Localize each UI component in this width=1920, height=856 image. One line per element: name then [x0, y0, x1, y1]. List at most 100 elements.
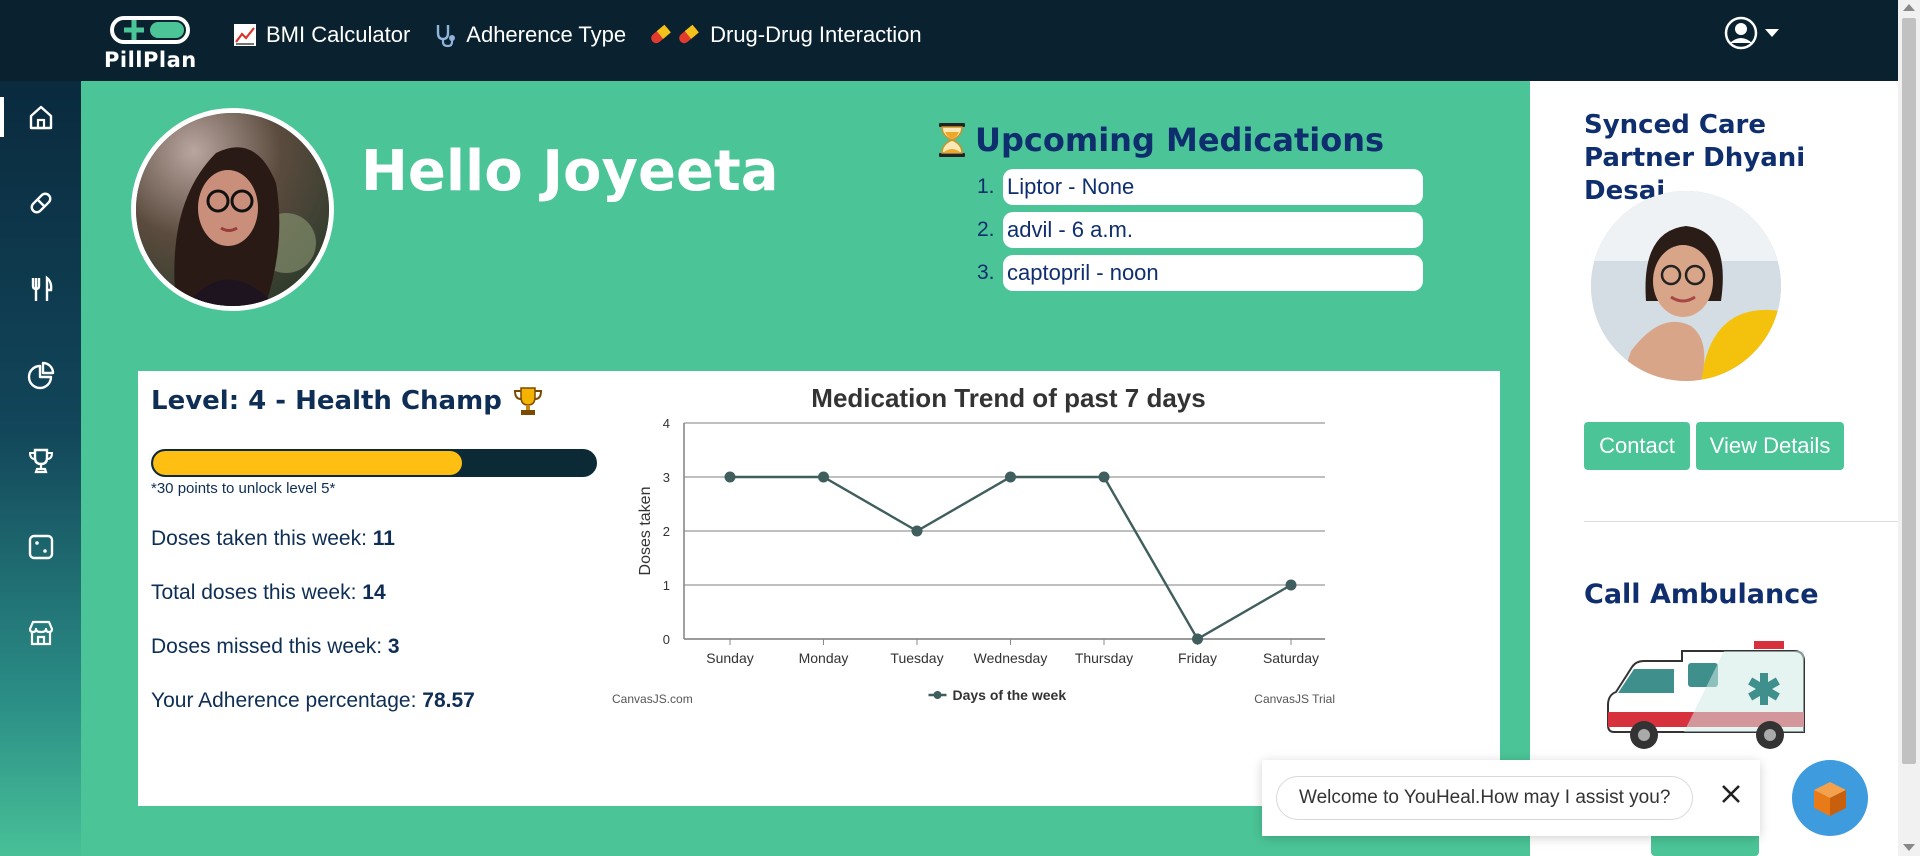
data-point — [911, 525, 923, 537]
x-tick-label: Friday — [1178, 650, 1217, 666]
sidebar-item-medications[interactable] — [0, 173, 81, 233]
top-navbar: PillPlan BMI Calculator Adherence Type D… — [0, 0, 1898, 81]
stat-doses-taken: Doses taken this week: 11 — [151, 527, 395, 551]
stat-doses-missed: Doses missed this week: 3 — [151, 635, 400, 659]
fork-knife-icon — [31, 275, 52, 301]
scroll-thumb[interactable] — [1902, 18, 1916, 764]
user-avatar-icon — [1724, 16, 1758, 50]
data-point — [724, 471, 736, 483]
data-point — [1192, 633, 1203, 645]
series-line — [730, 475, 1292, 641]
care-partner-title: Synced Care Partner Dhyani Desai — [1584, 110, 1806, 206]
user-profile-photo — [131, 108, 334, 311]
chart-credit-right: CanvasJS Trial — [1254, 692, 1335, 706]
pie-chart-icon — [27, 361, 54, 390]
sidebar-item-achievements[interactable] — [0, 431, 81, 491]
list-item: 1. Liptor - None — [977, 169, 1437, 205]
nav-bmi-calculator[interactable]: BMI Calculator — [232, 22, 410, 48]
chart-icon — [234, 24, 256, 46]
y-axis-label: Doses taken — [637, 487, 654, 576]
panel-divider — [1584, 521, 1898, 522]
sidebar-item-reports[interactable] — [0, 345, 81, 405]
x-tick-label: Saturday — [1263, 650, 1319, 666]
stat-value: 3 — [387, 635, 400, 658]
data-point — [1098, 471, 1110, 483]
store-icon — [28, 620, 53, 646]
nav-adherence-type[interactable]: Adherence Type — [432, 22, 626, 48]
pill-logo-icon — [110, 16, 190, 44]
stethoscope-icon — [437, 25, 456, 48]
call-ambulance-title: Call Ambulance — [1584, 579, 1819, 610]
stat-total-doses: Total doses this week: 14 — [151, 581, 386, 605]
data-point — [1005, 471, 1016, 483]
dice-icon — [28, 534, 53, 560]
brand-name: PillPlan — [104, 48, 197, 72]
user-menu-dropdown[interactable] — [1724, 16, 1780, 50]
chatbot-welcome-message[interactable]: Welcome to YouHeal.How may I assist you? — [1276, 776, 1694, 820]
pills-icon — [651, 24, 699, 44]
x-tick-label: Tuesday — [890, 650, 943, 666]
medication-entry: advil - 6 a.m. — [1003, 212, 1423, 248]
ambulance-icon[interactable] — [1604, 637, 1814, 757]
upcoming-title-text: Upcoming Medications — [975, 121, 1385, 159]
close-icon[interactable] — [1717, 780, 1745, 808]
chart-title: Medication Trend of past 7 days — [811, 383, 1205, 413]
data-point — [1285, 579, 1297, 591]
level-progress-fill — [153, 451, 463, 475]
medication-entry: captopril - noon — [1003, 255, 1423, 291]
stat-adherence-percentage: Your Adherence percentage: 78.57 — [151, 689, 475, 713]
unlock-hint: *30 points to unlock level 5* — [151, 480, 336, 497]
sidebar-item-store[interactable] — [0, 603, 81, 663]
y-tick-label: 0 — [663, 632, 670, 647]
list-number: 2. — [977, 218, 995, 241]
sidebar-item-games[interactable] — [0, 517, 81, 577]
stat-label: Your Adherence percentage: — [151, 689, 423, 712]
scroll-down-arrow-icon[interactable] — [1903, 844, 1915, 851]
sidebar-item-diet[interactable] — [0, 259, 81, 319]
chatbot-popup: Welcome to YouHeal.How may I assist you? — [1262, 760, 1760, 836]
x-tick-label: Sunday — [706, 650, 753, 666]
upcoming-medications-panel: Upcoming Medications 1. Liptor - None 2.… — [937, 121, 1437, 298]
level-title-text: Level: 4 - Health Champ — [151, 386, 502, 416]
pill-icon — [30, 192, 51, 214]
y-tick-label: 2 — [663, 524, 670, 539]
list-item: 2. advil - 6 a.m. — [977, 212, 1437, 248]
care-partner-panel: Synced Care Partner Dhyani Desai Contact… — [1530, 81, 1898, 856]
hourglass-icon — [939, 123, 965, 157]
nav-bmi-label: BMI Calculator — [266, 22, 411, 47]
medication-list: 1. Liptor - None 2. advil - 6 a.m. 3. ca… — [977, 169, 1437, 291]
level-title: Level: 4 - Health Champ — [151, 385, 544, 417]
legend-label: Days of the week — [953, 687, 1067, 703]
list-number: 3. — [977, 261, 995, 284]
pillplan-logo[interactable]: PillPlan — [104, 10, 196, 72]
greeting-heading: Hello Joyeeta — [361, 139, 779, 204]
y-tick-label: 1 — [663, 578, 670, 593]
view-details-button[interactable]: View Details — [1696, 422, 1844, 470]
caret-down-icon — [1765, 29, 1779, 37]
data-point — [818, 471, 829, 483]
upcoming-title: Upcoming Medications — [937, 121, 1437, 159]
legend-swatch-marker — [933, 691, 942, 699]
scroll-up-arrow-icon[interactable] — [1903, 4, 1915, 11]
medication-entry: Liptor - None — [1003, 169, 1423, 205]
adherence-card: Level: 4 - Health Champ *30 points to un… — [138, 371, 1500, 806]
x-tick-label: Thursday — [1075, 650, 1133, 666]
stat-value: 78.57 — [422, 689, 475, 712]
x-tick-label: Wednesday — [974, 650, 1048, 666]
top-nav-links: BMI Calculator Adherence Type Drug-Drug … — [232, 22, 922, 48]
contact-button[interactable]: Contact — [1584, 422, 1690, 470]
x-tick-label: Monday — [799, 650, 849, 666]
nav-drug-interaction[interactable]: Drug-Drug Interaction — [648, 22, 922, 48]
nav-drug-label: Drug-Drug Interaction — [710, 22, 922, 47]
stat-label: Doses missed this week: — [151, 635, 388, 658]
care-partner-photo — [1591, 191, 1781, 381]
chatbot-launcher-button[interactable] — [1792, 760, 1868, 836]
left-sidebar — [0, 81, 81, 856]
y-tick-label: 3 — [663, 470, 670, 485]
stat-label: Total doses this week: — [151, 581, 363, 604]
sidebar-item-home[interactable] — [0, 87, 81, 147]
page-scrollbar[interactable] — [1898, 0, 1920, 856]
list-number: 1. — [977, 175, 995, 198]
dashboard-main: Hello Joyeeta Upcoming Medications 1. Li… — [81, 81, 1530, 856]
home-icon — [29, 105, 52, 130]
